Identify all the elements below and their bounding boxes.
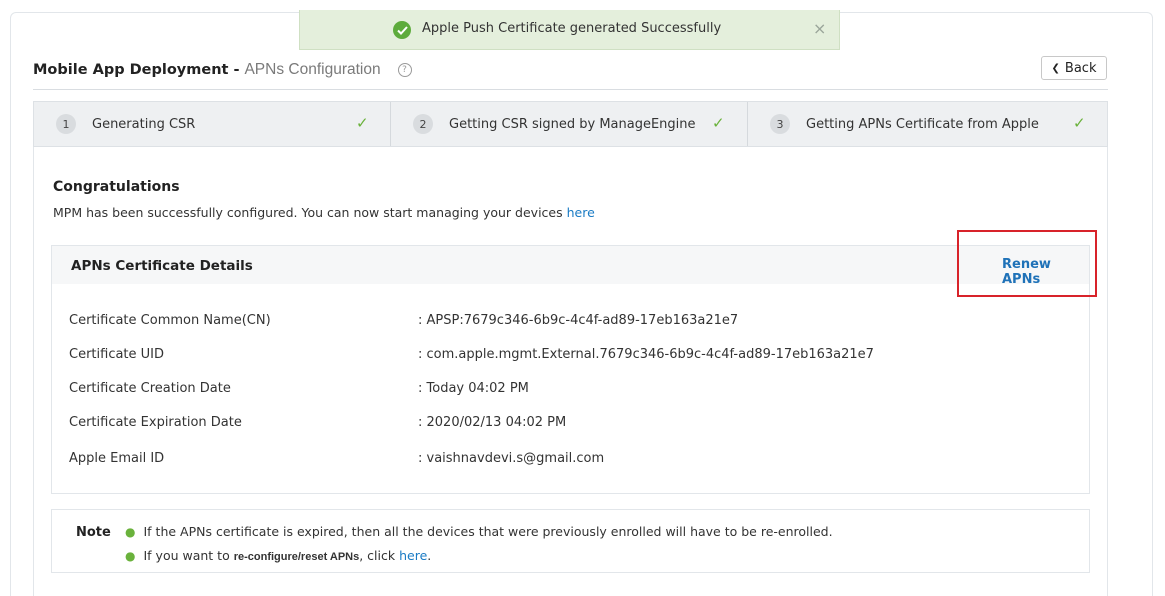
step-label: Generating CSR — [92, 116, 196, 132]
check-circle-icon — [393, 21, 411, 39]
step-number: 2 — [413, 114, 433, 134]
cert-row-value: : vaishnavdevi.s@gmail.com — [418, 451, 605, 466]
check-icon: ✓ — [1073, 114, 1086, 132]
bullet-icon: ● — [125, 525, 136, 539]
cert-row-value: : APSP:7679c346-6b9c-4c4f-ad89-17eb163a2… — [418, 313, 739, 328]
note-box: Note ● If the APNs certificate is expired… — [51, 509, 1090, 573]
highlight-box — [957, 230, 1097, 297]
step-generating-csr: 1 Generating CSR ✓ — [34, 102, 391, 146]
congrats-title: Congratulations — [53, 179, 180, 195]
devices-link[interactable]: here — [567, 205, 595, 220]
step-apns-from-apple: 3 Getting APNs Certificate from Apple ✓ — [748, 102, 1107, 146]
cert-row-label: Certificate Creation Date — [69, 381, 231, 396]
cert-row-value: : Today 04:02 PM — [418, 381, 529, 396]
step-number: 3 — [770, 114, 790, 134]
cert-row-label: Certificate UID — [69, 347, 165, 362]
note-text: If you want to — [143, 548, 230, 563]
content-area: Congratulations MPM has been successfull… — [33, 147, 1108, 596]
cert-row-label: Certificate Expiration Date — [69, 415, 242, 430]
step-label: Getting APNs Certificate from Apple — [806, 116, 1039, 132]
note-label: Note — [76, 525, 111, 540]
help-icon[interactable]: ? — [397, 63, 412, 77]
back-label: Back — [1064, 60, 1097, 76]
note-line-expired: ● If the APNs certificate is expired, the… — [125, 524, 833, 539]
close-icon[interactable]: × — [813, 19, 826, 38]
page-title-main: Mobile App Deployment - — [33, 62, 240, 78]
note-line-reset: ● If you want to re-configure/reset APNs,… — [125, 548, 431, 563]
cert-details-card: APNs Certificate Details Renew APNs Cert… — [51, 245, 1090, 494]
toast-message: Apple Push Certificate generated Success… — [422, 21, 722, 36]
page-title-sub: APNs Configuration — [244, 61, 381, 78]
step-label: Getting CSR signed by ManageEngine — [449, 116, 696, 132]
chevron-left-icon: ❮ — [1051, 62, 1060, 74]
page-title: Mobile App Deployment - APNs Configurati… — [33, 60, 412, 79]
cert-details-header: APNs Certificate Details Renew APNs — [52, 246, 1089, 287]
step-csr-signed: 2 Getting CSR signed by ManageEngine ✓ — [391, 102, 748, 146]
reset-apns-link[interactable]: here — [399, 548, 427, 563]
check-icon: ✓ — [712, 114, 725, 132]
cert-row-value: : 2020/02/13 04:02 PM — [418, 415, 567, 430]
cert-row-value: : com.apple.mgmt.External.7679c346-6b9c-… — [418, 347, 874, 362]
check-icon: ✓ — [356, 114, 369, 132]
note-text: , click — [359, 548, 396, 563]
bullet-icon: ● — [125, 549, 136, 563]
back-button[interactable]: ❮ Back — [1041, 56, 1107, 80]
wizard-steps: 1 Generating CSR ✓ 2 Getting CSR signed … — [33, 101, 1108, 147]
note-text: . — [427, 548, 432, 563]
success-toast: Apple Push Certificate generated Success… — [299, 10, 840, 50]
note-text: If the APNs certificate is expired, then… — [143, 524, 833, 539]
congrats-text: MPM has been successfully configured. Yo… — [53, 205, 595, 220]
step-number: 1 — [56, 114, 76, 134]
cert-row-label: Apple Email ID — [69, 451, 165, 466]
cert-row-label: Certificate Common Name(CN) — [69, 313, 271, 328]
cert-details-title: APNs Certificate Details — [71, 258, 253, 274]
note-bold-text: re-configure/reset APNs — [233, 551, 360, 563]
congrats-message: MPM has been successfully configured. Yo… — [53, 205, 563, 220]
header-divider — [33, 89, 1108, 90]
